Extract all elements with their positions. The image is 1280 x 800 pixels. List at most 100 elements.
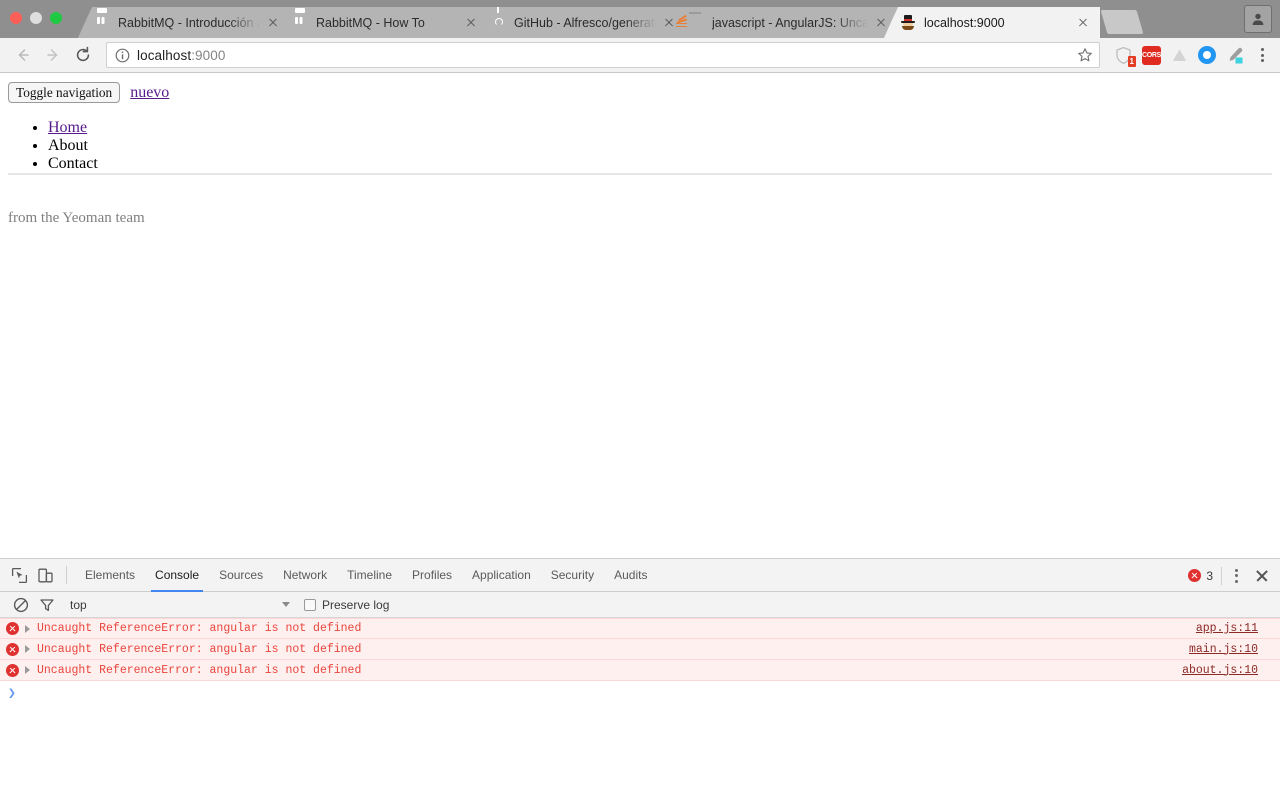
person-icon — [1252, 13, 1264, 25]
address-bar[interactable]: localhost:9000 — [106, 42, 1100, 68]
console-filter-bar: top Preserve log — [0, 592, 1280, 618]
browser-toolbar: localhost:9000 1 CORS — [0, 38, 1280, 73]
bookmark-star-icon[interactable] — [1077, 47, 1093, 63]
reload-icon — [76, 46, 90, 62]
tab-title: RabbitMQ - How To — [316, 15, 425, 30]
devtools-tabbar: Elements Console Sources Network Timelin… — [0, 559, 1280, 592]
devtools-panel: Elements Console Sources Network Timelin… — [0, 558, 1280, 800]
close-tab-icon[interactable] — [1074, 14, 1092, 32]
list-item[interactable]: Home — [48, 119, 1272, 137]
minimize-window-button[interactable] — [30, 12, 42, 24]
devtools-menu-button[interactable] — [1226, 565, 1246, 587]
console-source-link[interactable]: about.js:10 — [1182, 664, 1258, 677]
tab-elements[interactable]: Elements — [75, 559, 145, 592]
tab-title: RabbitMQ - Introducción a Ra — [118, 15, 260, 30]
new-tab-button[interactable] — [1100, 10, 1144, 34]
preserve-log-checkbox[interactable] — [304, 598, 316, 611]
back-arrow-icon — [18, 49, 29, 61]
blue-circle-extension-icon[interactable] — [1198, 46, 1216, 64]
error-count-badge[interactable]: 3 — [1188, 566, 1222, 585]
back-button[interactable] — [8, 40, 38, 70]
tab-audits[interactable]: Audits — [604, 559, 657, 592]
extension-badge-count: 1 — [1127, 55, 1136, 67]
profile-avatar-button[interactable] — [1244, 5, 1272, 33]
console-source-link[interactable]: main.js:10 — [1189, 643, 1258, 656]
navbar-header: Toggle navigation nuevo — [8, 82, 1272, 103]
toggle-navigation-button[interactable]: Toggle navigation — [8, 82, 121, 103]
eyedropper-icon[interactable] — [1225, 46, 1244, 65]
reload-button[interactable] — [68, 40, 98, 70]
devtools-tabbar-right: 3 — [1188, 559, 1274, 592]
console-prompt[interactable]: ❯ — [0, 681, 1280, 705]
toolbar-divider — [66, 566, 67, 584]
devtools-tabs: Elements Console Sources Network Timelin… — [75, 559, 657, 592]
expand-triangle-icon[interactable] — [25, 645, 30, 653]
console-message-row[interactable]: Uncaught ReferenceError: angular is not … — [0, 618, 1280, 639]
close-devtools-button[interactable] — [1250, 564, 1274, 588]
error-icon — [6, 663, 19, 677]
list-item[interactable]: About — [48, 137, 1272, 155]
forward-arrow-icon — [47, 49, 58, 61]
inspect-element-icon[interactable] — [6, 562, 32, 588]
cors-toggle-icon[interactable]: CORS — [1142, 45, 1161, 65]
rabbitmq-icon — [292, 15, 308, 31]
prompt-chevron-icon: ❯ — [8, 685, 16, 701]
extension-icons: 1 CORS — [1114, 45, 1244, 67]
tab-console[interactable]: Console — [145, 559, 209, 592]
error-icon — [1188, 569, 1202, 582]
expand-triangle-icon[interactable] — [25, 624, 30, 633]
close-tab-icon[interactable] — [264, 14, 282, 32]
site-info-icon[interactable] — [115, 48, 130, 63]
browser-tab-5-active[interactable]: localhost:9000 — [884, 7, 1100, 38]
tab-profiles[interactable]: Profiles — [402, 559, 462, 592]
chrome-menu-button[interactable] — [1252, 44, 1272, 66]
browser-window: RabbitMQ - Introducción a Ra RabbitMQ - … — [0, 0, 1280, 800]
divider-bottom — [8, 174, 1272, 175]
adblock-shield-icon[interactable]: 1 — [1114, 46, 1136, 67]
tab-timeline[interactable]: Timeline — [337, 559, 402, 592]
console-message-text: Uncaught ReferenceError: angular is not … — [37, 622, 362, 635]
rabbitmq-icon — [94, 15, 110, 31]
expand-triangle-icon[interactable] — [25, 666, 30, 674]
brand-link-nuevo[interactable]: nuevo — [130, 84, 169, 102]
stackoverflow-icon — [676, 11, 704, 31]
chevron-down-icon — [282, 602, 290, 607]
github-icon — [490, 15, 506, 31]
browser-tab-4[interactable]: javascript - AngularJS: Uncau — [672, 7, 898, 38]
page-content: Toggle navigation nuevo Home About Conta… — [0, 74, 1280, 558]
console-message-row[interactable]: Uncaught ReferenceError: angular is not … — [0, 660, 1280, 681]
list-item[interactable]: Contact — [48, 155, 1272, 173]
preserve-log-label: Preserve log — [322, 597, 390, 612]
console-message-row[interactable]: Uncaught ReferenceError: angular is not … — [0, 639, 1280, 660]
console-context-value: top — [70, 597, 87, 612]
nav-list: Home About Contact — [8, 119, 1272, 173]
clear-console-icon[interactable] — [8, 592, 34, 618]
browser-tab-1[interactable]: RabbitMQ - Introducción a Ra — [78, 7, 290, 38]
maximize-window-button[interactable] — [50, 12, 62, 24]
console-source-link[interactable]: app.js:11 — [1196, 622, 1258, 635]
window-controls — [10, 12, 62, 24]
console-message-text: Uncaught ReferenceError: angular is not … — [37, 642, 362, 656]
tab-network[interactable]: Network — [273, 559, 337, 592]
preserve-log-toggle[interactable]: Preserve log — [304, 598, 389, 612]
console-context-select[interactable]: top — [70, 598, 290, 612]
footer-credit-text: from the Yeoman team — [8, 210, 145, 226]
close-tab-icon[interactable] — [462, 14, 480, 32]
error-icon — [6, 642, 19, 656]
forward-button[interactable] — [38, 40, 68, 70]
console-messages: Uncaught ReferenceError: angular is not … — [0, 618, 1280, 800]
url-port: :9000 — [191, 47, 226, 63]
close-window-button[interactable] — [10, 12, 22, 24]
nav-link-home[interactable]: Home — [48, 119, 87, 136]
browser-tab-2[interactable]: RabbitMQ - How To — [276, 7, 488, 38]
tab-security[interactable]: Security — [541, 559, 604, 592]
url-host: localhost — [137, 47, 192, 63]
tab-sources[interactable]: Sources — [209, 559, 273, 592]
drive-icon[interactable] — [1170, 46, 1189, 65]
tab-application[interactable]: Application — [462, 559, 541, 592]
browser-tab-3[interactable]: GitHub - Alfresco/generator-n — [474, 7, 686, 38]
tabs-container: RabbitMQ - Introducción a Ra RabbitMQ - … — [78, 0, 1144, 38]
device-toolbar-icon[interactable] — [32, 562, 58, 588]
filter-funnel-icon[interactable] — [34, 592, 60, 618]
error-icon — [6, 622, 19, 635]
